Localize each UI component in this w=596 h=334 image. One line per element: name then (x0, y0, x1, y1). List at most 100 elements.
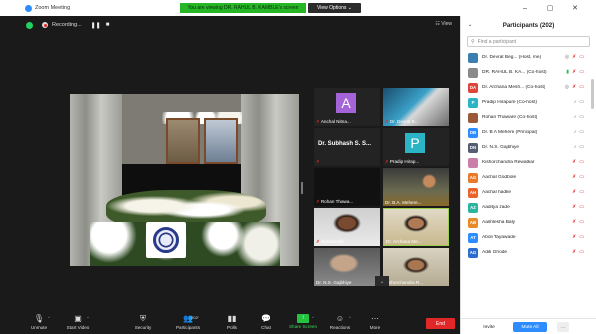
avatar: P (405, 133, 425, 153)
view-options-label: View Options (317, 5, 347, 11)
invite-button[interactable]: Invite (475, 322, 503, 332)
participant-row[interactable]: AG Aditi Ghode ✗ ▭ (461, 245, 596, 260)
participant-row[interactable]: AG Aachal Godbole ✗ ▭ (461, 170, 596, 185)
participants-panel-footer: Invite Mute All ... (461, 318, 596, 334)
chevron-down-icon[interactable]: ⌄ (468, 22, 472, 28)
participant-name: Dr. B A Mehere (Principal) (482, 130, 538, 135)
participant-status-icons: ♪ ▭ (574, 114, 584, 120)
tile-name-label: Dr. B.A. Mehere... (385, 200, 422, 205)
avatar: AB (468, 217, 478, 228)
video-tile[interactable]: Dr. B.A. Mehere... (383, 168, 449, 206)
portrait-frame (166, 118, 200, 164)
maximize-button[interactable]: ▢ (543, 2, 557, 14)
participant-row[interactable]: Kishorchandra Rewatkar ✗ ▭ (461, 155, 596, 170)
chevron-up-icon[interactable]: ^ (312, 315, 314, 320)
participant-status-icons: ✗ ▭ (572, 189, 584, 195)
close-button[interactable]: ✕ (568, 2, 582, 14)
view-options-button[interactable]: View Options ⌄ (308, 3, 361, 13)
video-off-icon: ▭ (579, 204, 584, 210)
minimize-button[interactable]: – (518, 2, 532, 14)
participant-status-icons: ▮ ✗ ▭ (566, 69, 584, 75)
video-off-icon: ▭ (579, 114, 584, 120)
avatar: DB (468, 127, 478, 138)
participant-name: DR. RAHUL B. KA... (Co-host) (482, 70, 547, 75)
participant-search-input[interactable]: ⚲ Find a participant (467, 36, 590, 47)
security-button[interactable]: ⛨ Security (123, 314, 163, 334)
unmute-button[interactable]: 🎙 ^ Unmute (19, 314, 59, 334)
video-tile-active-speaker[interactable]: Dr. Archana Me... (383, 208, 449, 246)
video-tile[interactable]: ✗sfpkldongle (314, 208, 380, 246)
video-tile[interactable]: P ✗Pradip Hirap... (383, 128, 449, 166)
mic-muted-icon: ✗ (572, 219, 577, 225)
chevron-up-icon[interactable]: ^ (87, 315, 89, 320)
tile-name: Dr. Archana Me... (386, 239, 422, 244)
video-tile[interactable]: A ✗Anchal Nitna... (314, 88, 380, 126)
video-tile[interactable]: ✗Dr. Devrat B... (383, 88, 449, 126)
participants-panel: ⌄ Participants (202) ⚲ Find a participan… (460, 16, 596, 334)
chevron-up-icon[interactable]: ^ (349, 315, 351, 320)
participants-button[interactable]: 👥 202 ^ Participants (168, 314, 208, 334)
pause-recording-button[interactable]: ❚❚ (91, 22, 101, 29)
mic-muted-icon: ✗ (572, 159, 577, 165)
reactions-label: Reactions (329, 325, 351, 330)
gallery-scroll-down-button[interactable]: ⌄ (375, 276, 389, 286)
avatar (468, 67, 478, 78)
participant-row[interactable]: AH Aachal hadke ✗ ▭ (461, 185, 596, 200)
video-tile[interactable]: Dr. N.S. Gajbhiye (314, 248, 380, 286)
institution-seal-icon (153, 227, 179, 253)
reactions-button[interactable]: ☺ ^ Reactions (320, 314, 360, 334)
encryption-shield-icon[interactable] (26, 21, 33, 29)
split-handle[interactable] (301, 182, 303, 194)
chevron-up-icon[interactable]: ^ (197, 315, 199, 320)
mic-muted-icon: ✗ (572, 234, 577, 240)
chat-button[interactable]: 💬 Chat (246, 314, 286, 334)
mic-icon: ♪ (573, 99, 577, 105)
participant-row[interactable]: DB Dr. B A Mehere (Principal) ♪ ▭ (461, 125, 596, 140)
mic-muted-icon: ✗ (572, 69, 577, 75)
tile-name-label: Pradip Hirap... (389, 159, 420, 164)
participant-name: Dr. N.S. Gajbhiye (482, 145, 520, 150)
participant-list-scrollbar[interactable] (591, 79, 594, 109)
tile-name: Dr. N.S. Gajbhiye (316, 280, 352, 285)
meeting-toolbar: 🎙 ^ Unmute ▣ ^ Start Video ⛨ Security 👥 … (0, 312, 460, 334)
participant-row[interactable]: P Pradip Hirapure (Co-host) ♪ ▭ (461, 95, 596, 110)
mute-all-button[interactable]: Mute All (513, 322, 547, 332)
end-meeting-button[interactable]: End (426, 318, 455, 329)
participant-row[interactable]: AB Aashlesha Baly ✗ ▭ (461, 215, 596, 230)
participant-row[interactable]: Dr. Devrat Beg... (Host, me) ◎ ✗ ▭ (461, 50, 596, 65)
start-video-label: Start Video (66, 325, 90, 330)
participant-row[interactable]: DN Dr. N.S. Gajbhiye ♪ ▭ (461, 140, 596, 155)
participant-status-icons: ✗ ▭ (572, 174, 584, 180)
video-off-icon: ▭ (579, 189, 584, 195)
video-tile[interactable]: ✗Rohan Thawa... (314, 168, 380, 206)
stop-recording-button[interactable]: ■ (106, 22, 110, 28)
tile-name: ✗ (316, 159, 321, 165)
security-label: Security (134, 325, 152, 330)
video-off-icon: ▭ (579, 54, 584, 60)
avatar: AZ (468, 202, 478, 213)
share-screen-label: Share Screen (288, 324, 318, 329)
view-layout-button[interactable]: ☷ View (435, 21, 452, 27)
tile-name: Kishorchandra R... (385, 280, 423, 285)
avatar: AG (468, 172, 478, 183)
more-options-button[interactable]: ... (557, 322, 569, 332)
smiley-icon: ☺ (335, 314, 345, 323)
avatar (468, 157, 478, 168)
start-video-button[interactable]: ▣ ^ Start Video (58, 314, 98, 334)
participant-name: Aboli Tayawade (482, 235, 516, 240)
participant-row[interactable]: DA Dr. Archana Mesh... (Co-host) ◎ ✗ ▭ (461, 80, 596, 95)
participant-row[interactable]: AZ Aaditya zade ✗ ▭ (461, 200, 596, 215)
participant-row[interactable]: AT Aboli Tayawade ✗ ▭ (461, 230, 596, 245)
participant-list: Dr. Devrat Beg... (Host, me) ◎ ✗ ▭ DR. RAHUL… (461, 50, 596, 260)
tile-name-label: Rohan Thawa... (320, 199, 354, 204)
more-button[interactable]: ⋯ More (355, 314, 395, 334)
video-tile[interactable]: Kishorchandra R... (383, 248, 449, 286)
more-dots-icon: ⋯ (371, 314, 379, 323)
chevron-up-icon[interactable]: ^ (48, 315, 50, 320)
bar-chart-icon: ▮▮ (227, 314, 237, 323)
participant-row[interactable]: Rohan Thaware (Co-host) ♪ ▭ (461, 110, 596, 125)
participant-row[interactable]: DR. RAHUL B. KA... (Co-host) ▮ ✗ ▭ (461, 65, 596, 80)
video-tile[interactable]: Dr. Subhash S. S... ✗ (314, 128, 380, 166)
participant-name: Rohan Thaware (Co-host) (482, 115, 538, 120)
share-screen-button[interactable]: ↑ ^ Share Screen (283, 314, 323, 334)
